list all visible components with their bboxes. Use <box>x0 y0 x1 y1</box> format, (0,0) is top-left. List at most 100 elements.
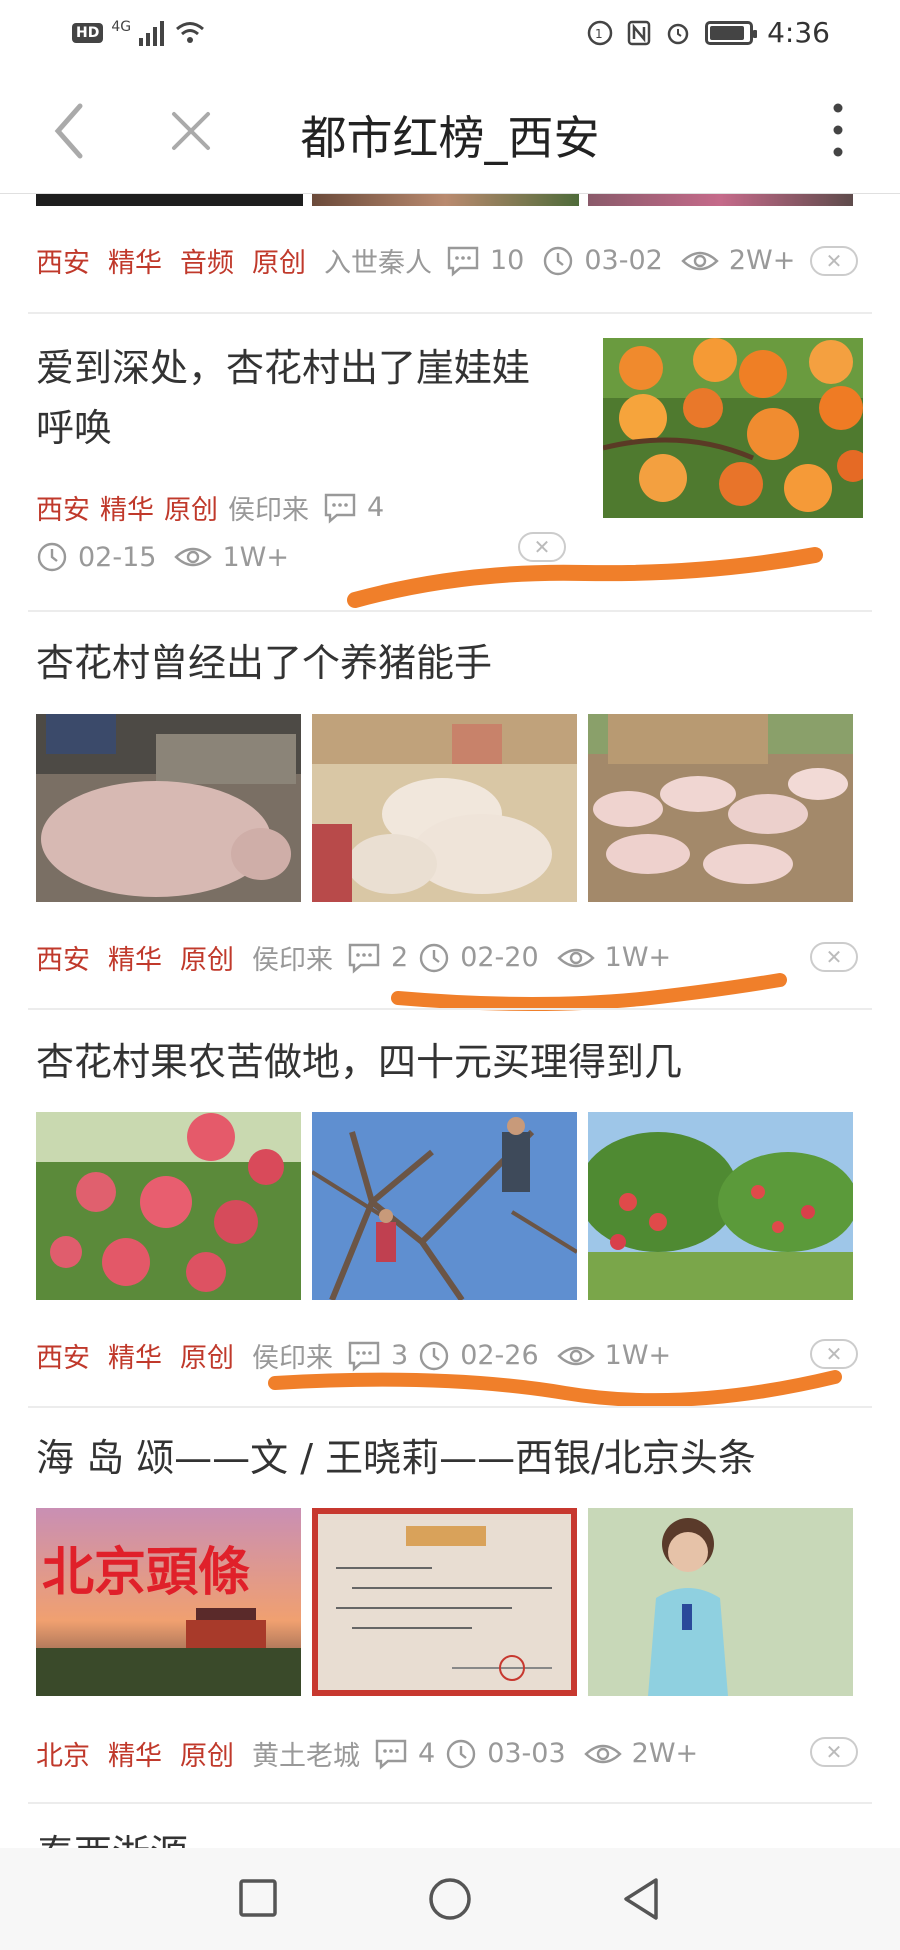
author-name[interactable]: 侯印来 <box>252 938 333 977</box>
apples-image <box>36 1112 301 1300</box>
status-left: HD 4G <box>72 19 205 46</box>
view-count: 1W+ <box>174 542 289 573</box>
article-2-image-2[interactable] <box>312 714 577 902</box>
beijing-toutiao-image: 北京頭條 <box>36 1508 301 1696</box>
article-3-image-3[interactable] <box>588 1112 853 1300</box>
article-4-image-3[interactable] <box>588 1508 853 1696</box>
clock-icon <box>544 246 573 275</box>
comment-count-value: 4 <box>418 1738 436 1769</box>
eye-icon <box>681 251 719 270</box>
page-title: 都市红榜_西安 <box>300 111 600 165</box>
piglets-image <box>312 714 577 902</box>
view-count: 2W+ <box>583 1738 698 1769</box>
comment-count: 4 <box>323 492 384 524</box>
clock-icon <box>37 542 67 572</box>
battery-icon <box>705 20 758 45</box>
article-2-title[interactable]: 杏花村曾经出了个养猪能手 <box>36 633 492 693</box>
dismiss-button[interactable]: ✕ <box>810 246 858 276</box>
tag-label[interactable]: 西安 <box>36 1336 90 1375</box>
article-1-meta-row1: 西安 精华 原创 侯印来 4 <box>36 488 402 527</box>
square-icon[interactable] <box>238 1876 278 1920</box>
nfc-icon <box>627 20 651 45</box>
tag-label[interactable]: 精华 <box>108 1336 162 1375</box>
comment-icon <box>375 1739 407 1770</box>
article-4-title[interactable]: 海 岛 颂——文 / 王晓莉——西银/北京头条 <box>36 1428 756 1488</box>
clock: 4:36 <box>767 16 830 49</box>
annotation-underline <box>391 973 787 1011</box>
tag-label[interactable]: 精华 <box>108 1734 162 1773</box>
clock-icon <box>446 1739 476 1768</box>
eye-icon <box>174 547 213 567</box>
comment-count: 10 <box>446 245 524 277</box>
view-count: 2W+ <box>681 245 795 276</box>
author-name[interactable]: 黄土老城 <box>252 1734 360 1773</box>
author-name[interactable]: 侯印来 <box>228 488 309 527</box>
tag-label[interactable]: 北京 <box>36 1734 90 1773</box>
triangle-back-icon[interactable] <box>620 1876 662 1922</box>
article-1-thumbnail[interactable] <box>603 338 863 518</box>
dismiss-x-icon: ✕ <box>825 1342 843 1366</box>
tag-label[interactable]: 精华 <box>100 488 154 527</box>
tag-label[interactable]: 原创 <box>252 241 306 280</box>
article-2-image-3[interactable] <box>588 714 853 902</box>
tag-label[interactable]: 原创 <box>180 1336 234 1375</box>
tag-label[interactable]: 西安 <box>36 241 90 280</box>
author-name[interactable]: 入世秦人 <box>324 241 432 280</box>
circle-icon[interactable] <box>427 1876 473 1922</box>
article-0-meta: 西安 精华 音频 原创 入世秦人 10 03-02 2W+ <box>36 241 813 280</box>
wifi-icon <box>176 22 205 43</box>
apricot-image <box>603 338 863 518</box>
article-1-title-line1: 爱到深处，杏花村出了崖娃娃 <box>36 346 531 390</box>
article-4-image-2[interactable] <box>312 1508 577 1696</box>
eye-icon <box>583 1744 622 1763</box>
comment-count-value: 4 <box>367 492 385 523</box>
article-1-meta-row2: 02-15 1W+ <box>36 541 307 573</box>
svg-text:1: 1 <box>595 27 603 41</box>
data-saver-icon: 1 <box>587 20 613 45</box>
pig-image <box>36 714 301 902</box>
comment-icon <box>348 943 380 974</box>
more-vertical-icon[interactable] <box>826 100 850 160</box>
divider <box>28 1406 872 1408</box>
tag-label[interactable]: 音频 <box>180 241 234 280</box>
divider <box>28 610 872 612</box>
tag-label[interactable]: 精华 <box>108 241 162 280</box>
comment-count-value: 10 <box>490 245 525 276</box>
article-2-image-1[interactable] <box>36 714 301 902</box>
article-1-title[interactable]: 爱到深处，杏花村出了崖娃娃 呼唤 <box>36 338 596 458</box>
hd-badge: HD <box>72 23 104 43</box>
dismiss-button[interactable]: ✕ <box>810 942 858 972</box>
top-nav-bar: 都市红榜_西安 <box>0 66 900 194</box>
tag-label[interactable]: 原创 <box>164 488 218 527</box>
view-count-value: 1W+ <box>222 541 289 573</box>
publish-date: 03-02 <box>542 245 663 277</box>
publish-date-value: 03-02 <box>584 245 663 276</box>
certificate-image <box>312 1508 577 1696</box>
divider <box>28 1008 872 1010</box>
dismiss-x-icon: ✕ <box>825 945 843 969</box>
article-3-title[interactable]: 杏花村果农苦做地，四十元买理得到几 <box>36 1032 682 1092</box>
orchard-pruning-image <box>312 1112 577 1300</box>
comment-count: 4 <box>374 1738 435 1770</box>
tag-label[interactable]: 西安 <box>36 488 90 527</box>
image-headline: 北京頭條 <box>42 1542 250 1603</box>
article-3-image-2[interactable] <box>312 1112 577 1300</box>
tag-label[interactable]: 精华 <box>108 938 162 977</box>
article-1-title-line2: 呼唤 <box>36 406 113 450</box>
network-label: 4G <box>111 19 132 35</box>
article-0-image-1 <box>36 194 303 206</box>
tag-label[interactable]: 原创 <box>180 938 234 977</box>
annotation-underline <box>347 547 823 608</box>
dismiss-x-icon: ✕ <box>825 249 843 273</box>
author-portrait-image <box>588 1508 853 1696</box>
publish-date: 03-03 <box>445 1738 566 1770</box>
article-0-image-3 <box>588 194 853 206</box>
dismiss-button[interactable]: ✕ <box>810 1737 858 1767</box>
status-bar: HD 4G 1 4:36 <box>0 0 900 66</box>
article-3-image-1[interactable] <box>36 1112 301 1300</box>
tag-label[interactable]: 西安 <box>36 938 90 977</box>
article-4-image-1[interactable]: 北京頭條 <box>36 1508 301 1696</box>
tag-label[interactable]: 原创 <box>180 1734 234 1773</box>
signal-icon <box>139 21 165 46</box>
publish-date-value: 03-03 <box>487 1738 566 1769</box>
